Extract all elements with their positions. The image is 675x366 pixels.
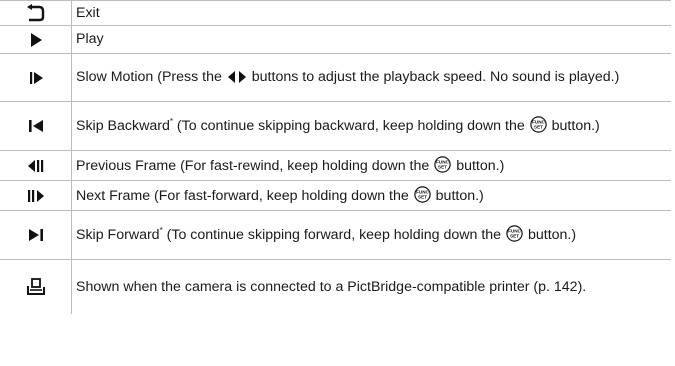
- table-row-skip-backward: Skip Backward* (To continue skipping bac…: [0, 102, 671, 151]
- svg-text:SET: SET: [418, 194, 427, 199]
- row-text: Previous Frame (For fast-rewind, keep ho…: [76, 157, 430, 174]
- row-text-continued: (To continue skipping forward, keep hold…: [166, 227, 502, 244]
- row-text: Exit: [76, 4, 100, 21]
- row-text-end: button.): [456, 157, 505, 174]
- next-frame-icon: [27, 188, 45, 204]
- svg-text:SET: SET: [438, 164, 447, 169]
- row-description: Shown when the camera is connected to a …: [72, 260, 671, 314]
- func-set-button-icon: FUNC SET: [414, 186, 431, 203]
- row-description: Previous Frame (For fast-rewind, keep ho…: [72, 151, 671, 180]
- row-description: Skip Forward* (To continue skipping forw…: [72, 211, 671, 259]
- row-description: Slow Motion (Press the buttons to adjust…: [72, 54, 671, 101]
- print-icon: [26, 278, 46, 296]
- func-set-button-icon: FUNC SET: [434, 156, 451, 173]
- table-row-exit: Exit: [0, 0, 671, 26]
- row-text: Shown when the camera is connected to a …: [76, 278, 587, 295]
- row-description: Exit: [72, 1, 671, 25]
- func-set-button-icon: FUNC SET: [530, 116, 547, 133]
- svg-text:SET: SET: [510, 234, 519, 239]
- icon-cell: [0, 181, 72, 210]
- icon-cell: [0, 260, 72, 314]
- skip-backward-icon: [28, 118, 44, 134]
- slow-motion-icon: [28, 70, 44, 86]
- left-right-arrows-icon: [227, 70, 247, 84]
- row-description: Next Frame (For fast-forward, keep holdi…: [72, 181, 671, 210]
- table-row-slow-motion: Slow Motion (Press the buttons to adjust…: [0, 54, 671, 102]
- func-set-button-icon: FUNC SET: [506, 225, 523, 242]
- play-triangle-icon: [29, 32, 43, 48]
- table-row-next-frame: Next Frame (For fast-forward, keep holdi…: [0, 181, 671, 211]
- row-description: Play: [72, 26, 671, 53]
- row-text-continued: (To continue skipping backward, keep hol…: [176, 118, 525, 135]
- row-text: Next Frame (For fast-forward, keep holdi…: [76, 187, 409, 204]
- table-row-print: Shown when the camera is connected to a …: [0, 260, 671, 314]
- table-row-skip-forward: Skip Forward* (To continue skipping forw…: [0, 211, 671, 260]
- row-text-end: button.): [551, 118, 600, 135]
- row-text-end: button.): [527, 227, 577, 244]
- table-row-play: Play: [0, 26, 671, 54]
- row-text: Skip Forward: [76, 227, 160, 244]
- icon-cell: [0, 1, 72, 25]
- previous-frame-icon: [27, 158, 45, 174]
- icon-cell: [0, 151, 72, 180]
- exit-return-arrow-icon: [26, 4, 46, 22]
- table-row-previous-frame: Previous Frame (For fast-rewind, keep ho…: [0, 151, 671, 181]
- icon-cell: [0, 26, 72, 53]
- row-text-continued: buttons to adjust the playback speed. No…: [251, 69, 620, 86]
- row-text-end: button.): [435, 187, 484, 204]
- footnote-asterisk: *: [159, 226, 163, 236]
- svg-text:SET: SET: [534, 125, 543, 130]
- skip-forward-icon: [28, 227, 44, 243]
- playback-controls-table: Exit Play Slow Motion (Press the buttons…: [0, 0, 671, 314]
- footnote-asterisk: *: [169, 117, 173, 127]
- row-text: Slow Motion (Press the: [76, 69, 222, 86]
- row-text: Skip Backward: [76, 118, 170, 135]
- icon-cell: [0, 54, 72, 101]
- row-description: Skip Backward* (To continue skipping bac…: [72, 102, 671, 150]
- icon-cell: [0, 102, 72, 150]
- row-text: Play: [76, 31, 104, 48]
- icon-cell: [0, 211, 72, 259]
